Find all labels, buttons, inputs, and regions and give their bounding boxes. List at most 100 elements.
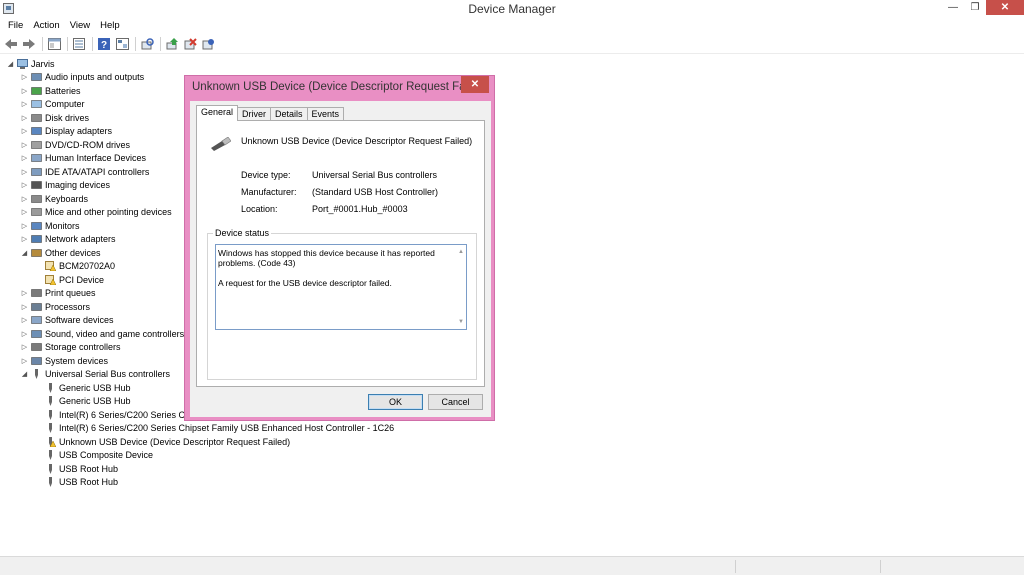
expand-arrow-icon[interactable]: ▷ xyxy=(20,208,29,216)
dialog-tabs: General Driver Details Events xyxy=(196,105,345,121)
back-icon[interactable] xyxy=(3,36,19,52)
list-icon[interactable] xyxy=(71,36,87,52)
tree-item-label: Batteries xyxy=(45,85,81,96)
tree-category[interactable]: ▷ Monitors xyxy=(20,219,80,232)
tree-category[interactable]: ▷ Sound, video and game controllers xyxy=(20,327,184,340)
tree-item-label: IDE ATA/ATAPI controllers xyxy=(45,166,150,177)
expand-arrow-icon[interactable]: ▷ xyxy=(20,222,29,230)
expand-arrow-icon[interactable]: ▷ xyxy=(20,316,29,324)
collapse-arrow-icon[interactable]: ◢ xyxy=(20,370,29,378)
svg-text:?: ? xyxy=(101,40,107,50)
enable-icon[interactable] xyxy=(200,36,216,52)
tree-category[interactable]: ▷ Batteries xyxy=(20,84,81,97)
tree-category[interactable]: ◢ Universal Serial Bus controllers xyxy=(20,368,170,381)
manufacturer-label: Manufacturer: xyxy=(241,187,297,197)
tree-category[interactable]: ▷ Mice and other pointing devices xyxy=(20,206,172,219)
tree-device[interactable]: USB Root Hub xyxy=(34,462,118,475)
tree-category[interactable]: ▷ Keyboards xyxy=(20,192,88,205)
menu-help[interactable]: Help xyxy=(95,20,125,31)
forward-icon[interactable] xyxy=(21,36,37,52)
tree-device[interactable]: USB Root Hub xyxy=(34,476,118,489)
tree-device[interactable]: USB Composite Device xyxy=(34,449,153,462)
tab-details[interactable]: Details xyxy=(270,107,308,121)
menu-file[interactable]: File xyxy=(3,20,28,31)
tree-device[interactable]: Intel(R) 6 Series/C200 Series Chipset Fa… xyxy=(34,422,394,435)
uninstall-icon[interactable] xyxy=(182,36,198,52)
menu-action[interactable]: Action xyxy=(28,20,64,31)
minimize-button[interactable]: — xyxy=(942,0,964,15)
tree-category[interactable]: ▷ Processors xyxy=(20,300,90,313)
toolbar: ? xyxy=(0,34,1024,54)
help-icon[interactable]: ? xyxy=(96,36,112,52)
update-driver-icon[interactable] xyxy=(164,36,180,52)
usb-device-icon xyxy=(211,137,231,151)
tree-device[interactable]: PCI Device xyxy=(34,273,104,286)
tree-category[interactable]: ▷ Display adapters xyxy=(20,125,112,138)
expand-arrow-icon[interactable]: ▷ xyxy=(20,127,29,135)
expand-arrow-icon[interactable]: ▷ xyxy=(20,87,29,95)
tab-general[interactable]: General xyxy=(196,105,239,121)
tree-category[interactable]: ▷ Storage controllers xyxy=(20,341,121,354)
collapse-arrow-icon[interactable]: ◢ xyxy=(20,249,29,257)
tree-category[interactable]: ▷ IDE ATA/ATAPI controllers xyxy=(20,165,150,178)
tree-device[interactable]: Generic USB Hub xyxy=(34,395,131,408)
dialog-body: General Driver Details Events Unknown US… xyxy=(190,101,491,417)
tree-item-label: Human Interface Devices xyxy=(45,153,147,163)
expand-arrow-icon[interactable]: ▷ xyxy=(20,73,29,81)
tree-item-label: Display adapters xyxy=(45,126,113,136)
close-button[interactable]: ✕ xyxy=(986,0,1024,15)
speaker-icon xyxy=(31,73,42,81)
expand-arrow-icon[interactable]: ▷ xyxy=(20,168,29,176)
tree-category[interactable]: ▷ Disk drives xyxy=(20,111,89,124)
tree-item-label: PCI Device xyxy=(59,274,105,285)
expand-arrow-icon[interactable]: ▷ xyxy=(20,100,29,108)
tree-category[interactable]: ▷ Network adapters xyxy=(20,233,116,246)
tree-category[interactable]: ▷ DVD/CD-ROM drives xyxy=(20,138,130,151)
tree-device[interactable]: Unknown USB Device (Device Descriptor Re… xyxy=(34,435,290,448)
tree-category[interactable]: ▷ System devices xyxy=(20,354,108,367)
expand-arrow-icon[interactable]: ▷ xyxy=(20,343,29,351)
tree-category[interactable]: ◢ Other devices xyxy=(20,246,101,259)
tree-category[interactable]: ▷ Imaging devices xyxy=(20,179,110,192)
usb-icon xyxy=(49,409,52,420)
dvd-icon xyxy=(31,140,42,149)
tree-category[interactable]: ▷ Computer xyxy=(20,98,85,111)
expand-arrow-icon[interactable]: ▷ xyxy=(20,154,29,162)
expand-arrow-icon[interactable]: ▷ xyxy=(20,235,29,243)
device-status-textbox[interactable]: Windows has stopped this device because … xyxy=(215,244,467,330)
cancel-button[interactable]: Cancel xyxy=(428,394,483,410)
restore-button[interactable]: ❐ xyxy=(964,0,986,15)
tree-root[interactable]: ◢ Jarvis xyxy=(6,57,55,70)
tab-events[interactable]: Events xyxy=(306,107,345,121)
expand-arrow-icon[interactable]: ▷ xyxy=(20,181,29,189)
display-icon xyxy=(31,127,42,135)
tree-item-label: USB Root Hub xyxy=(59,477,119,487)
tree-category[interactable]: ▷ Print queues xyxy=(20,287,96,300)
status-message: Windows has stopped this device because … xyxy=(218,248,435,268)
ok-button[interactable]: OK xyxy=(368,394,423,410)
expand-arrow-icon[interactable]: ▷ xyxy=(20,357,29,365)
device-status-group: Device status Windows has stopped this d… xyxy=(207,228,477,380)
view-icon[interactable] xyxy=(114,36,130,52)
expand-arrow-icon[interactable]: ▷ xyxy=(20,195,29,203)
tree-category[interactable]: ▷ Software devices xyxy=(20,314,114,327)
tree-category[interactable]: ▷ Human Interface Devices xyxy=(20,152,146,165)
properties-icon[interactable] xyxy=(46,36,62,52)
tab-driver[interactable]: Driver xyxy=(237,107,272,121)
tree-item-label: Universal Serial Bus controllers xyxy=(45,369,171,379)
device-name: Unknown USB Device (Device Descriptor Re… xyxy=(241,136,473,146)
expand-arrow-icon[interactable]: ▷ xyxy=(20,289,29,297)
scan-icon[interactable] xyxy=(139,36,155,52)
tree-device[interactable]: Generic USB Hub xyxy=(34,381,131,394)
expand-arrow-icon[interactable]: ▷ xyxy=(20,141,29,149)
expand-arrow-icon[interactable]: ▷ xyxy=(20,303,29,311)
scroll-up-icon[interactable]: ▲ xyxy=(458,247,464,257)
collapse-arrow-icon[interactable]: ◢ xyxy=(6,60,15,68)
expand-arrow-icon[interactable]: ▷ xyxy=(20,114,29,122)
scroll-down-icon[interactable]: ▼ xyxy=(458,317,464,327)
expand-arrow-icon[interactable]: ▷ xyxy=(20,330,29,338)
menu-view[interactable]: View xyxy=(65,20,95,31)
tree-device[interactable]: BCM20702A0 xyxy=(34,260,115,273)
dialog-close-button[interactable]: ✕ xyxy=(461,76,489,93)
tree-category[interactable]: ▷ Audio inputs and outputs xyxy=(20,71,144,84)
